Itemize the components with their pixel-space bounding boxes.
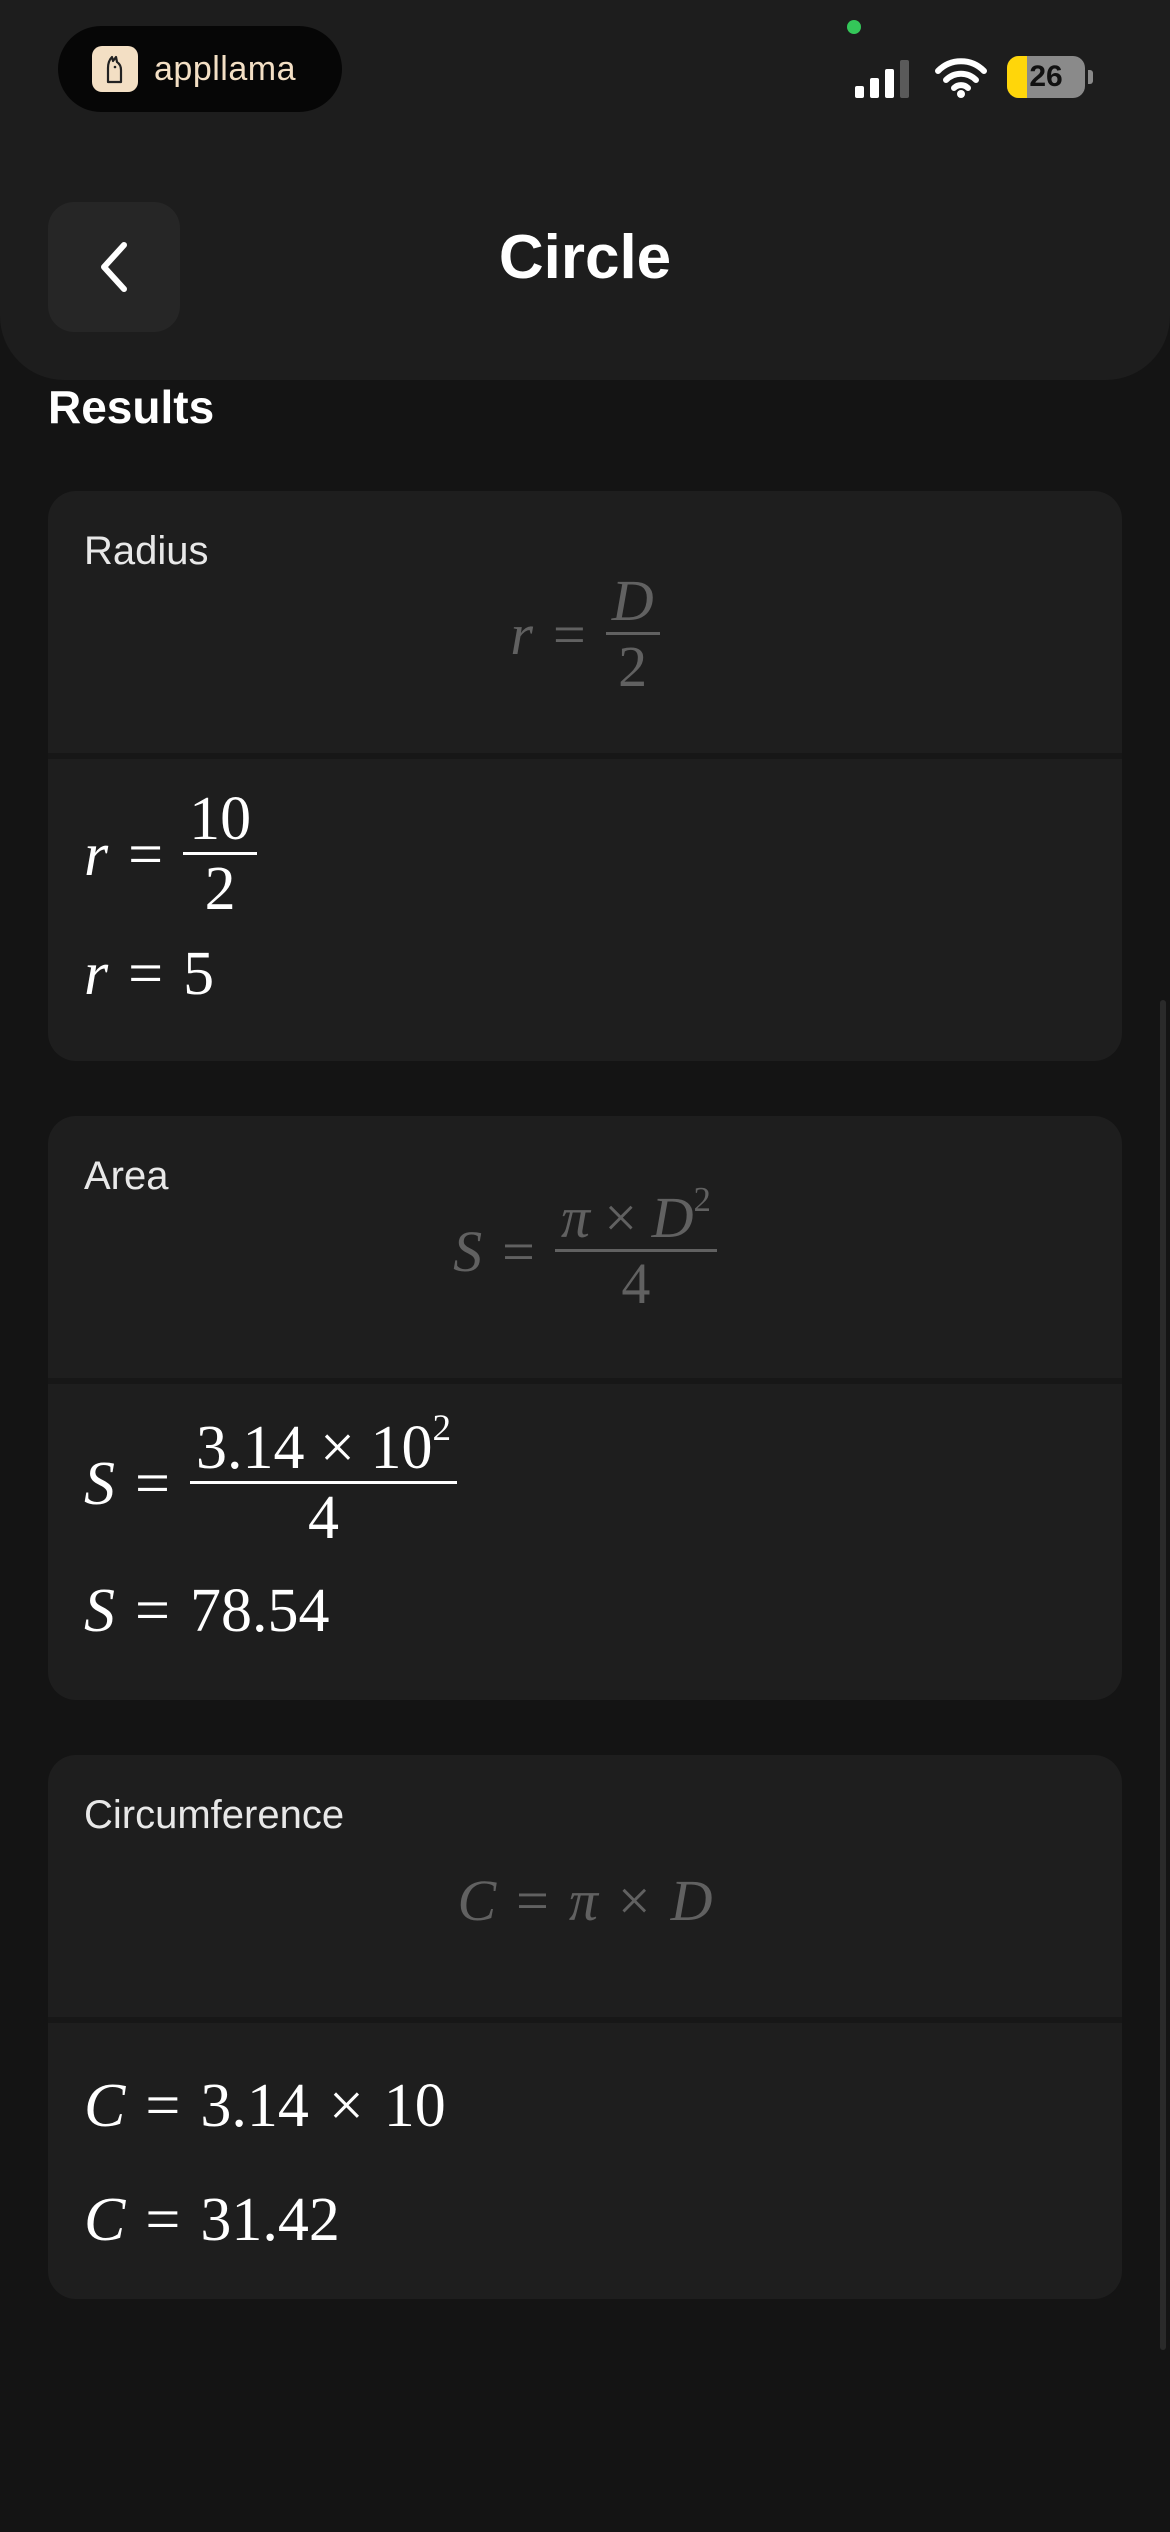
area-card: Area S = π × D2 4 S = 3.14 × 102 4 S = 7… (48, 1116, 1122, 1700)
battery-level: 26 (1029, 60, 1063, 93)
area-formula: S = π × D2 4 (48, 1182, 1122, 1316)
circumference-formula: C = π × D (457, 1868, 713, 1933)
card-label: Radius (84, 529, 209, 573)
battery-icon: 26 (1007, 56, 1093, 98)
radius-step-1: r = 10 2 (84, 786, 258, 923)
page: appllama 26 Circle Results Radius r = D … (0, 0, 1170, 2532)
status-bar: appllama 26 (0, 0, 1170, 130)
circumference-step-1: C = 3.14 × 10 (84, 2072, 446, 2140)
chevron-left-icon (101, 242, 127, 292)
radius-result: r = 5 (84, 940, 215, 1008)
circumference-result: C = 31.42 (84, 2186, 340, 2254)
area-step-1: S = 3.14 × 102 4 (84, 1410, 458, 1552)
cellular-signal-icon (855, 60, 909, 98)
back-button[interactable] (48, 202, 180, 332)
app-indicator-pill[interactable]: appllama (58, 26, 342, 112)
app-name: appllama (154, 49, 296, 88)
llama-logo-icon (92, 46, 138, 92)
area-result: S = 78.54 (84, 1577, 330, 1645)
radius-formula: r = D 2 (48, 570, 1122, 699)
wifi-icon (935, 58, 987, 98)
radius-card: Radius r = D 2 r = 10 2 r = 5 (48, 491, 1122, 1061)
card-label: Circumference (84, 1793, 345, 1837)
results-heading: Results (48, 381, 215, 433)
privacy-indicator-dot (847, 20, 861, 34)
circumference-card: Circumference C = π × D C = 3.14 × 10 C … (48, 1755, 1122, 2299)
scrollbar[interactable] (1160, 1000, 1166, 2350)
